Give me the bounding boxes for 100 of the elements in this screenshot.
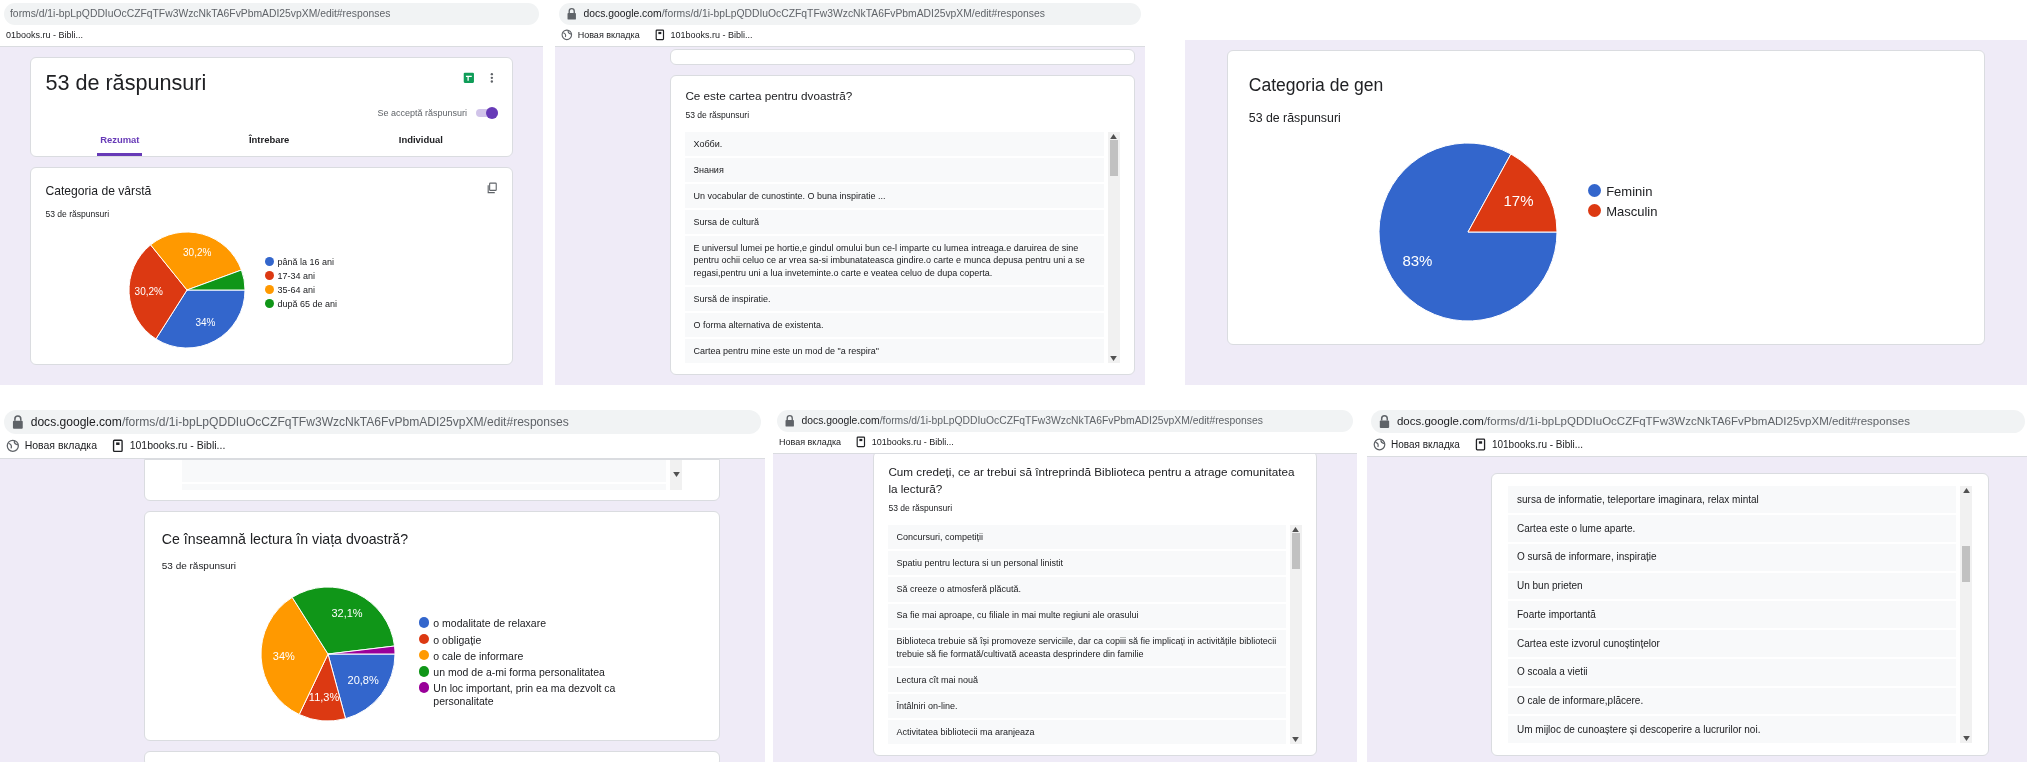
globe-icon[interactable] [6,439,20,453]
scrollbar[interactable] [1289,525,1302,745]
response-text: Spatiu pentru lectura si un personal linistit [888,551,1286,576]
legend-label: 35-64 ani [277,284,315,297]
copy-icon[interactable] [485,182,498,194]
scroll-thumb[interactable] [1291,533,1300,570]
response-count: 53 de răspunsuri [161,559,238,574]
response-text: Un bun prieten [1508,572,1956,600]
globe-icon[interactable] [561,29,573,42]
question-title: Ce este cartea pentru dvoastră? [685,88,854,105]
tab[interactable]: Individual [395,127,446,156]
url-path: forms/d/1i-bpLpQDDIuOcCZFqTFw3WzcNkTA6FvPbmADI25vpXM/edit#responses [10,7,391,21]
url-host: docs.google.com [30,414,122,431]
summary-title: 53 de răspunsuri [45,72,207,94]
question-title: Ce înseamnă lectura în viața dvoastră? [161,530,409,550]
question-title: Categoria de vârstă [45,183,152,201]
response-text: O sursă de informare, inspirație [1508,543,1956,571]
legend-label: Masculin [1606,203,1658,220]
slice-label: 17% [1503,191,1534,209]
scrollbar[interactable] [1960,486,1972,743]
response-count: 53 de răspunsuri [1248,110,1342,128]
legend-label: o cale de informare [433,649,524,663]
address-bar[interactable]: docs.google.com/forms/d/1i-bpLpQDDIuOcCZFqTFw3WzcNkTA6FvPbmADI25vpXM/edit#responses [559,3,1141,25]
book-icon[interactable] [111,439,125,453]
bookmark[interactable]: Новая вкладка [561,28,640,42]
response-text: sursa de informatie, teleportare imaginara, relax mintal [1508,486,1956,513]
response-text: Sursa de cultură [685,210,1104,235]
legend-label: o modalitate de relaxare [433,617,546,631]
url-host: docs.google.com [801,414,880,428]
lock-icon [1377,414,1392,430]
response-text: Biblioteca trebuie să își promoveze serviciile, dar ca copiii să fie implicați in activitățile bibliotecii trebuie să fie formată/cultivată aceasta desprindere din familie [888,629,1286,666]
response-text: Sursă de inspiratie. [685,287,1104,312]
scroll-down-icon[interactable] [1110,356,1118,362]
address-bar[interactable]: forms/d/1i-bpLpQDDIuOcCZFqTFw3WzcNkTA6FvPbmADI25vpXM/edit#responses [4,3,539,25]
toggle-switch[interactable] [476,107,498,119]
lock-icon [783,414,797,428]
slice-label: 32,1% [331,606,363,619]
response-text: Sa fie mai aproape, cu filiale in mai multe regiuni ale orasului [888,603,1286,628]
legend-label: până la 16 ani [277,257,334,269]
scroll-thumb[interactable] [1962,546,1970,583]
scroll-down-icon[interactable] [672,472,680,478]
address-bar[interactable]: docs.google.com/forms/d/1i-bpLpQDDIuOcCZFqTFw3WzcNkTA6FvPbmADI25vpXM/edit#responses [777,410,1353,432]
url-path: /forms/d/1i-bpLpQDDIuOcCZFqTFw3WzcNkTA6FvPbmADI25vpXM/edit#responses [879,414,1263,428]
response-text: Cartea pentru mine este un mod de "a respira" [685,339,1104,364]
response-text: Um mijloc de cunoaștere și descoperire a lucrurilor noi. [1508,716,1956,743]
slice-label: 83% [1402,251,1433,269]
bookmark[interactable]: 101books.ru - Bibli... [653,28,753,42]
slice-label: 34% [195,317,216,329]
scroll-down-icon[interactable] [1962,736,1970,741]
url-path: /forms/d/1i-bpLpQDDIuOcCZFqTFw3WzcNkTA6FvPbmADI25vpXM/edit#responses [121,414,569,431]
slice-label: 30,2% [182,246,212,258]
bookmark[interactable]: Новая вкладка [6,438,97,454]
legend-label: după 65 de ani [277,298,337,311]
question-title: Categoria de gen [1248,73,1384,97]
response-count: 53 de răspunsuri [888,502,954,516]
scrollbar[interactable] [670,459,683,490]
response-count: 53 de răspunsuri [45,208,111,221]
bookmark[interactable]: 101books.ru - Bibli... [855,435,954,449]
response-text: O forma alternativa de existenta. [685,313,1104,338]
bookmark[interactable]: 101books.ru - Bibli... [111,438,226,454]
scroll-up-icon[interactable] [1962,488,1970,494]
bookmark[interactable]: 101books.ru - Bibli... [1473,437,1584,453]
scroll-down-icon[interactable] [1292,737,1300,743]
toggle-label: Se acceptă răspunsuri [377,106,467,120]
address-bar[interactable]: docs.google.com/forms/d/1i-bpLpQDDIuOcCZFqTFw3WzcNkTA6FvPbmADI25vpXM/edit#responses [4,410,761,435]
scroll-thumb[interactable] [1109,139,1118,176]
bookmark[interactable]: Новая вкладка [779,435,842,449]
book-icon[interactable] [1473,438,1487,452]
response-text: Foarte importantă [1508,601,1956,628]
bookmark[interactable]: 01books.ru - Bibli... [6,28,84,42]
response-count: 53 de răspunsuri [685,108,751,122]
response-text: Cartea este o lume aparte. [1508,515,1956,542]
response-text: O scoala a vietii [1508,658,1956,686]
response-text: Знания [685,158,1104,183]
url-host: docs.google.com [583,7,662,21]
address-bar[interactable]: docs.google.com/forms/d/1i-bpLpQDDIuOcCZFqTFw3WzcNkTA6FvPbmADI25vpXM/edit#responses [1371,410,2025,434]
book-icon[interactable] [653,29,666,42]
url-path: /forms/d/1i-bpLpQDDIuOcCZFqTFw3WzcNkTA6FvPbmADI25vpXM/edit#responses [661,7,1045,21]
book-icon[interactable] [855,436,867,449]
scrollbar[interactable] [1107,131,1120,364]
response-text: Să creeze o atmosferă plăcută. [888,577,1286,602]
tab[interactable]: Rezumat [97,127,143,156]
legend-label: 17-34 ani [277,270,315,283]
response-text: Întâlniri on-line. [888,694,1286,719]
slice-label: 34% [272,649,295,662]
bookmark[interactable]: Новая вкладка [1373,437,1460,453]
slice-label: 11,3% [308,690,340,703]
legend-label: Feminin [1606,183,1653,200]
lock-icon [10,414,26,430]
url-host: docs.google.com [1396,414,1484,429]
globe-icon[interactable] [1373,438,1386,452]
tab[interactable]: Întrebare [246,127,293,156]
legend-label: Un loc important, prin ea ma dezvolt ca personalitate [433,682,617,709]
spreadsheet-icon[interactable] [463,72,476,85]
response-text: Хобби. [685,131,1104,156]
response-text: Lectura cît mai nouă [888,668,1286,693]
response-text: O cale de informare,plăcere. [1508,687,1956,715]
response-text: Activitatea bibliotecii ma aranjeaza [888,720,1286,745]
response-text: Concursuri, competiții [888,525,1286,550]
lock-icon [565,7,579,21]
